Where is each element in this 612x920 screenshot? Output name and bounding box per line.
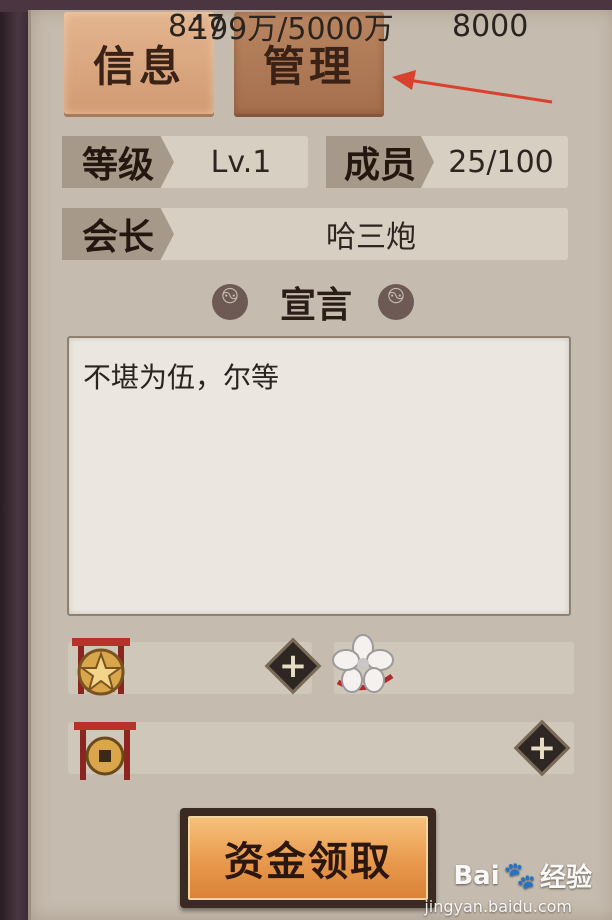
funds-row — [68, 722, 574, 774]
tomoe-icon: ࿊ — [378, 284, 414, 320]
declaration-title: 宣言 — [279, 284, 352, 326]
annotation-arrow-icon — [392, 70, 553, 104]
leader-label: 会长 — [62, 208, 174, 260]
declaration-textbox[interactable]: 不堪为伍，尔等 — [67, 336, 571, 616]
baidu-watermark: Bai 🐾 经验 — [453, 857, 592, 894]
plus-icon: + — [527, 728, 557, 768]
claim-funds-label: 资金领取 — [188, 816, 428, 900]
leader-row: 会长 哈三炮 — [62, 208, 568, 260]
members-label: 成员 — [326, 136, 434, 188]
members-value: 25/100 — [448, 144, 554, 180]
paw-icon: 🐾 — [503, 860, 536, 891]
background-left — [0, 0, 30, 920]
tomoe-icon: ࿊ — [212, 284, 248, 320]
coin-torii-icon — [74, 722, 136, 780]
watermark-brand: Bai — [453, 860, 500, 891]
claim-funds-button[interactable]: 资金领取 — [180, 808, 436, 908]
leader-value: 哈三炮 — [326, 220, 416, 255]
level-label: 等级 — [62, 136, 174, 188]
members-row: 成员 25/100 — [326, 136, 568, 188]
level-row: 等级 Lv.1 — [62, 136, 308, 188]
watermark-brand-suffix: 经验 — [539, 863, 592, 893]
declaration-text: 不堪为伍，尔等 — [83, 361, 280, 394]
level-value: Lv.1 — [210, 144, 272, 180]
sakura-icon — [332, 634, 394, 693]
watermark-site: jingyan.baidu.com — [424, 897, 572, 916]
pentagram-torii-icon — [72, 638, 130, 696]
plus-icon: + — [278, 646, 308, 686]
blossom-value: 8000 — [452, 8, 529, 44]
funds-value: 199万/5000万 — [190, 12, 394, 47]
